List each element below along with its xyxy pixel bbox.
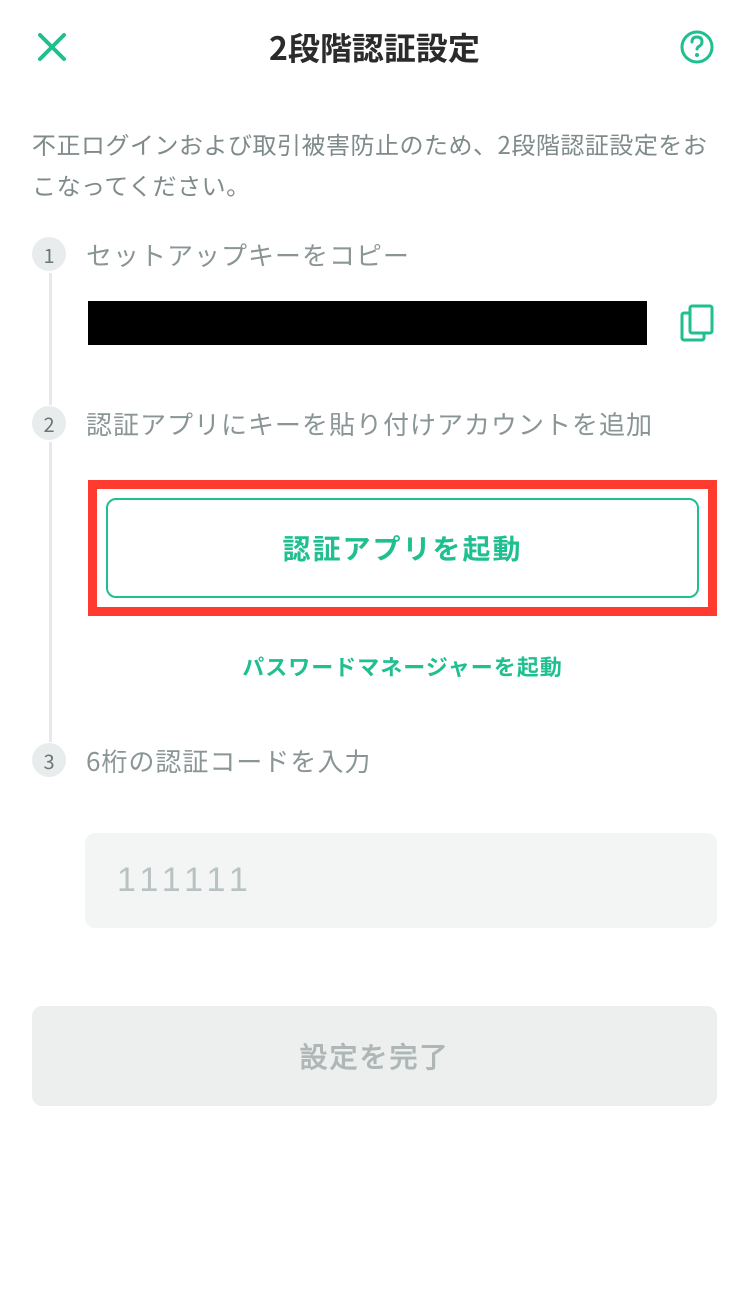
step-2-header: 2 認証アプリにキーを貼り付けアカウントを追加 [32, 405, 717, 442]
submit-button[interactable]: 設定を完了 [32, 1006, 717, 1106]
step-1-body [49, 273, 717, 405]
step-2-label: 認証アプリにキーを貼り付けアカウントを追加 [86, 405, 653, 442]
header: 2段階認証設定 [0, 0, 749, 82]
description-text: 不正ログインおよび取引被害防止のため、2段階認証設定をおこなってください。 [0, 82, 749, 236]
page-title: 2段階認証設定 [74, 24, 675, 70]
step-1-label: セットアップキーをコピー [86, 236, 410, 273]
auth-code-input[interactable] [85, 833, 717, 928]
step-2-body: 認証アプリを起動 パスワードマネージャーを起動 [49, 442, 717, 742]
setup-key-redacted [88, 301, 647, 345]
step-2-number: 2 [32, 406, 66, 440]
step-3-label: 6桁の認証コードを入力 [86, 742, 371, 779]
close-icon[interactable] [30, 25, 74, 69]
copy-icon[interactable] [677, 303, 717, 343]
highlight-frame: 認証アプリを起動 [88, 480, 717, 616]
step-3-body [49, 779, 717, 988]
step-1-number: 1 [32, 237, 66, 271]
help-icon[interactable] [675, 25, 719, 69]
step-3-number: 3 [32, 743, 66, 777]
launch-auth-app-button[interactable]: 認証アプリを起動 [106, 498, 699, 598]
step-3-header: 3 6桁の認証コードを入力 [32, 742, 717, 779]
step-1-header: 1 セットアップキーをコピー [32, 236, 717, 273]
launch-password-manager-link[interactable]: パスワードマネージャーを起動 [88, 616, 717, 682]
